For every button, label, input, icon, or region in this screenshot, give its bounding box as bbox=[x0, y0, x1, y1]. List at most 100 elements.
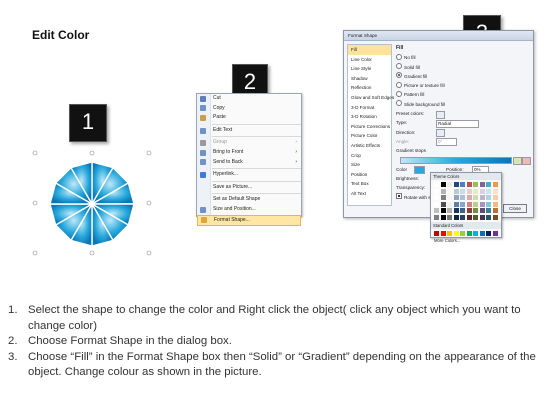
color-swatch[interactable] bbox=[492, 208, 498, 213]
color-swatch[interactable] bbox=[447, 230, 452, 236]
menu-item-copy[interactable]: Copy bbox=[197, 104, 301, 114]
color-swatch[interactable] bbox=[486, 195, 491, 200]
category-item[interactable]: Crop bbox=[348, 151, 391, 161]
category-item[interactable]: Alt Text bbox=[348, 189, 391, 199]
color-swatch[interactable] bbox=[434, 201, 439, 207]
category-item[interactable]: Glow and Soft Edges bbox=[348, 93, 394, 103]
color-swatch[interactable] bbox=[447, 188, 452, 194]
category-item[interactable]: 3-D Format bbox=[348, 103, 391, 113]
color-swatch[interactable] bbox=[466, 208, 472, 213]
fill-option[interactable]: Solid fill bbox=[396, 63, 530, 72]
color-swatch[interactable] bbox=[453, 214, 459, 220]
color-swatch[interactable] bbox=[453, 195, 459, 200]
menu-item-cut[interactable]: Cut bbox=[197, 94, 301, 104]
angle-field[interactable]: 0° bbox=[436, 138, 457, 147]
color-swatch[interactable] bbox=[466, 195, 472, 200]
category-item[interactable]: Picture Corrections bbox=[348, 122, 391, 132]
color-swatch[interactable] bbox=[460, 230, 465, 236]
color-swatch[interactable] bbox=[440, 214, 446, 220]
category-item[interactable]: Size bbox=[348, 160, 391, 170]
color-swatch[interactable] bbox=[460, 182, 465, 187]
color-swatch[interactable] bbox=[434, 214, 439, 220]
category-item[interactable]: 3-D Rotation bbox=[348, 112, 391, 122]
category-item[interactable]: Fill bbox=[348, 45, 391, 55]
color-swatch[interactable] bbox=[434, 230, 439, 236]
radio-button[interactable] bbox=[396, 90, 402, 97]
color-swatch[interactable] bbox=[460, 208, 465, 213]
color-swatch[interactable] bbox=[479, 208, 485, 213]
color-swatch[interactable] bbox=[466, 214, 472, 220]
color-swatch[interactable] bbox=[486, 214, 491, 220]
menu-item-size-position[interactable]: Size and Position... bbox=[197, 205, 301, 215]
type-select[interactable]: Radial bbox=[436, 119, 479, 128]
fill-option[interactable]: Gradient fill bbox=[396, 72, 530, 81]
color-swatch[interactable] bbox=[453, 201, 459, 207]
category-item[interactable]: Text Box bbox=[348, 179, 391, 189]
color-swatch[interactable] bbox=[460, 214, 465, 220]
menu-item-paste[interactable]: Paste bbox=[197, 113, 301, 123]
radio-button[interactable] bbox=[396, 81, 402, 88]
color-swatch[interactable] bbox=[473, 188, 478, 194]
preset-colors-button[interactable] bbox=[436, 110, 445, 119]
category-item[interactable]: Line Color bbox=[348, 55, 391, 65]
color-swatch[interactable] bbox=[434, 188, 439, 194]
fill-option[interactable]: No fill bbox=[396, 53, 530, 62]
color-swatch[interactable] bbox=[447, 214, 452, 220]
color-swatch[interactable] bbox=[492, 201, 498, 207]
color-swatch[interactable] bbox=[447, 201, 452, 207]
color-swatch[interactable] bbox=[466, 230, 472, 236]
color-swatch[interactable] bbox=[460, 195, 465, 200]
color-swatch[interactable] bbox=[492, 230, 498, 236]
add-stop-button[interactable] bbox=[513, 157, 522, 166]
color-swatch[interactable] bbox=[486, 230, 491, 236]
color-swatch[interactable] bbox=[440, 188, 446, 194]
color-swatch[interactable] bbox=[440, 195, 446, 200]
menu-item-group[interactable]: Group › bbox=[197, 138, 301, 148]
color-swatch[interactable] bbox=[479, 188, 485, 194]
color-swatch[interactable] bbox=[479, 195, 485, 200]
category-item[interactable]: Position bbox=[348, 170, 391, 180]
remove-stop-button[interactable] bbox=[522, 157, 531, 166]
selected-shape[interactable] bbox=[30, 143, 154, 258]
fill-option[interactable]: Pattern fill bbox=[396, 90, 530, 99]
direction-button[interactable] bbox=[436, 129, 445, 138]
color-swatch[interactable] bbox=[492, 188, 498, 194]
rotate-checkbox[interactable] bbox=[396, 193, 402, 200]
color-swatch[interactable] bbox=[453, 208, 459, 213]
color-swatch[interactable] bbox=[434, 208, 439, 213]
menu-item-hyperlink[interactable]: Hyperlink... bbox=[197, 170, 301, 180]
color-swatch[interactable] bbox=[440, 208, 446, 213]
category-item[interactable]: Picture Color bbox=[348, 131, 391, 141]
color-swatch[interactable] bbox=[473, 201, 478, 207]
color-swatch[interactable] bbox=[440, 201, 446, 207]
color-swatch[interactable] bbox=[466, 201, 472, 207]
color-swatch[interactable] bbox=[492, 182, 498, 187]
color-swatch[interactable] bbox=[486, 201, 491, 207]
menu-item-edit-text[interactable]: Edit Text bbox=[197, 126, 301, 136]
menu-item-save-as-picture[interactable]: Save as Picture... bbox=[197, 183, 301, 193]
color-swatch[interactable] bbox=[440, 182, 446, 187]
close-button[interactable]: Close bbox=[503, 204, 527, 213]
category-item[interactable]: Reflection bbox=[348, 83, 391, 93]
color-swatch[interactable] bbox=[440, 230, 446, 236]
color-swatch[interactable] bbox=[486, 188, 491, 194]
menu-item-set-default-shape[interactable]: Set as Default Shape bbox=[197, 195, 301, 205]
menu-item-bring-to-front[interactable]: Bring to Front › bbox=[197, 148, 301, 158]
color-swatch[interactable] bbox=[460, 201, 465, 207]
color-swatch[interactable] bbox=[479, 182, 485, 187]
color-swatch[interactable] bbox=[492, 195, 498, 200]
color-swatch[interactable] bbox=[434, 182, 439, 187]
color-picker-button[interactable] bbox=[414, 166, 425, 175]
color-swatch[interactable] bbox=[473, 214, 478, 220]
radio-button[interactable] bbox=[396, 72, 402, 79]
menu-item-format-shape[interactable]: Format Shape... bbox=[197, 214, 301, 227]
color-swatch[interactable] bbox=[486, 208, 491, 213]
color-swatch[interactable] bbox=[479, 214, 485, 220]
color-swatch[interactable] bbox=[479, 230, 485, 236]
color-swatch[interactable] bbox=[486, 182, 491, 187]
color-swatch[interactable] bbox=[466, 182, 472, 187]
radio-button[interactable] bbox=[396, 53, 402, 60]
color-swatch[interactable] bbox=[453, 230, 459, 236]
category-item[interactable]: Shadow bbox=[348, 74, 391, 84]
color-swatch[interactable] bbox=[453, 188, 459, 194]
